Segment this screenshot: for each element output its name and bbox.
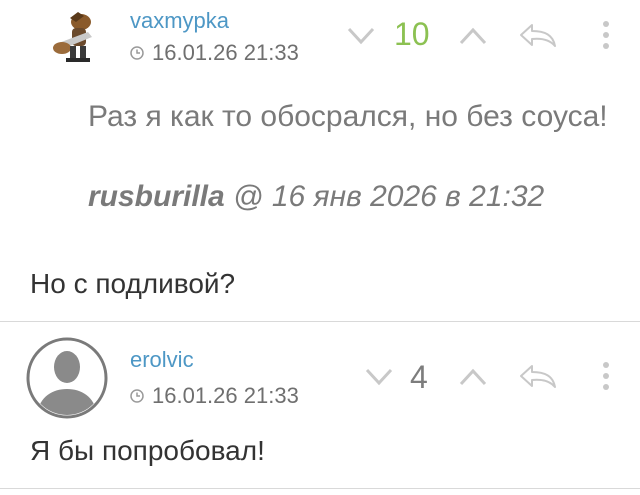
more-icon[interactable] (602, 361, 610, 391)
comment-text: Я бы попробовал! (30, 435, 265, 466)
timestamp: 16.01.26 21:33 (130, 383, 299, 409)
comment-text: Но с подливой? (30, 268, 236, 299)
comment: vaxmypka 16.01.26 21:33 10 Раз я как то … (0, 0, 640, 322)
avatar[interactable] (48, 10, 106, 66)
timestamp: 16.01.26 21:33 (130, 40, 299, 66)
timestamp-text: 16.01.26 21:33 (152, 383, 299, 408)
more-icon[interactable] (602, 20, 610, 50)
vote-down-icon[interactable] (346, 26, 376, 46)
avatar[interactable] (26, 337, 108, 419)
comment: erolvic 16.01.26 21:33 4 Я бы попробовал… (0, 323, 640, 495)
quote-date: @ 16 янв 2026 в 21:32 (233, 180, 545, 213)
clock-icon (130, 389, 144, 403)
reply-icon[interactable] (518, 22, 558, 48)
username[interactable]: erolvic (130, 347, 194, 373)
score: 10 (394, 16, 430, 52)
guitar-horse-avatar-icon (48, 10, 106, 66)
quote-text: Раз я как то обосрался, но без соуса! (88, 100, 608, 133)
score: 4 (410, 359, 428, 395)
vote-down-icon[interactable] (364, 367, 394, 387)
quote-author-link[interactable]: rusburilla (88, 180, 225, 213)
username[interactable]: vaxmypka (130, 8, 229, 34)
default-avatar-icon (26, 337, 108, 419)
divider (0, 321, 640, 322)
vote-up-icon[interactable] (458, 367, 488, 387)
timestamp-text: 16.01.26 21:33 (152, 40, 299, 65)
clock-icon (130, 46, 144, 60)
quote-attribution: rusburilla @ 16 янв 2026 в 21:32 (88, 180, 544, 214)
vote-up-icon[interactable] (458, 26, 488, 46)
reply-icon[interactable] (518, 363, 558, 389)
divider (0, 488, 640, 489)
